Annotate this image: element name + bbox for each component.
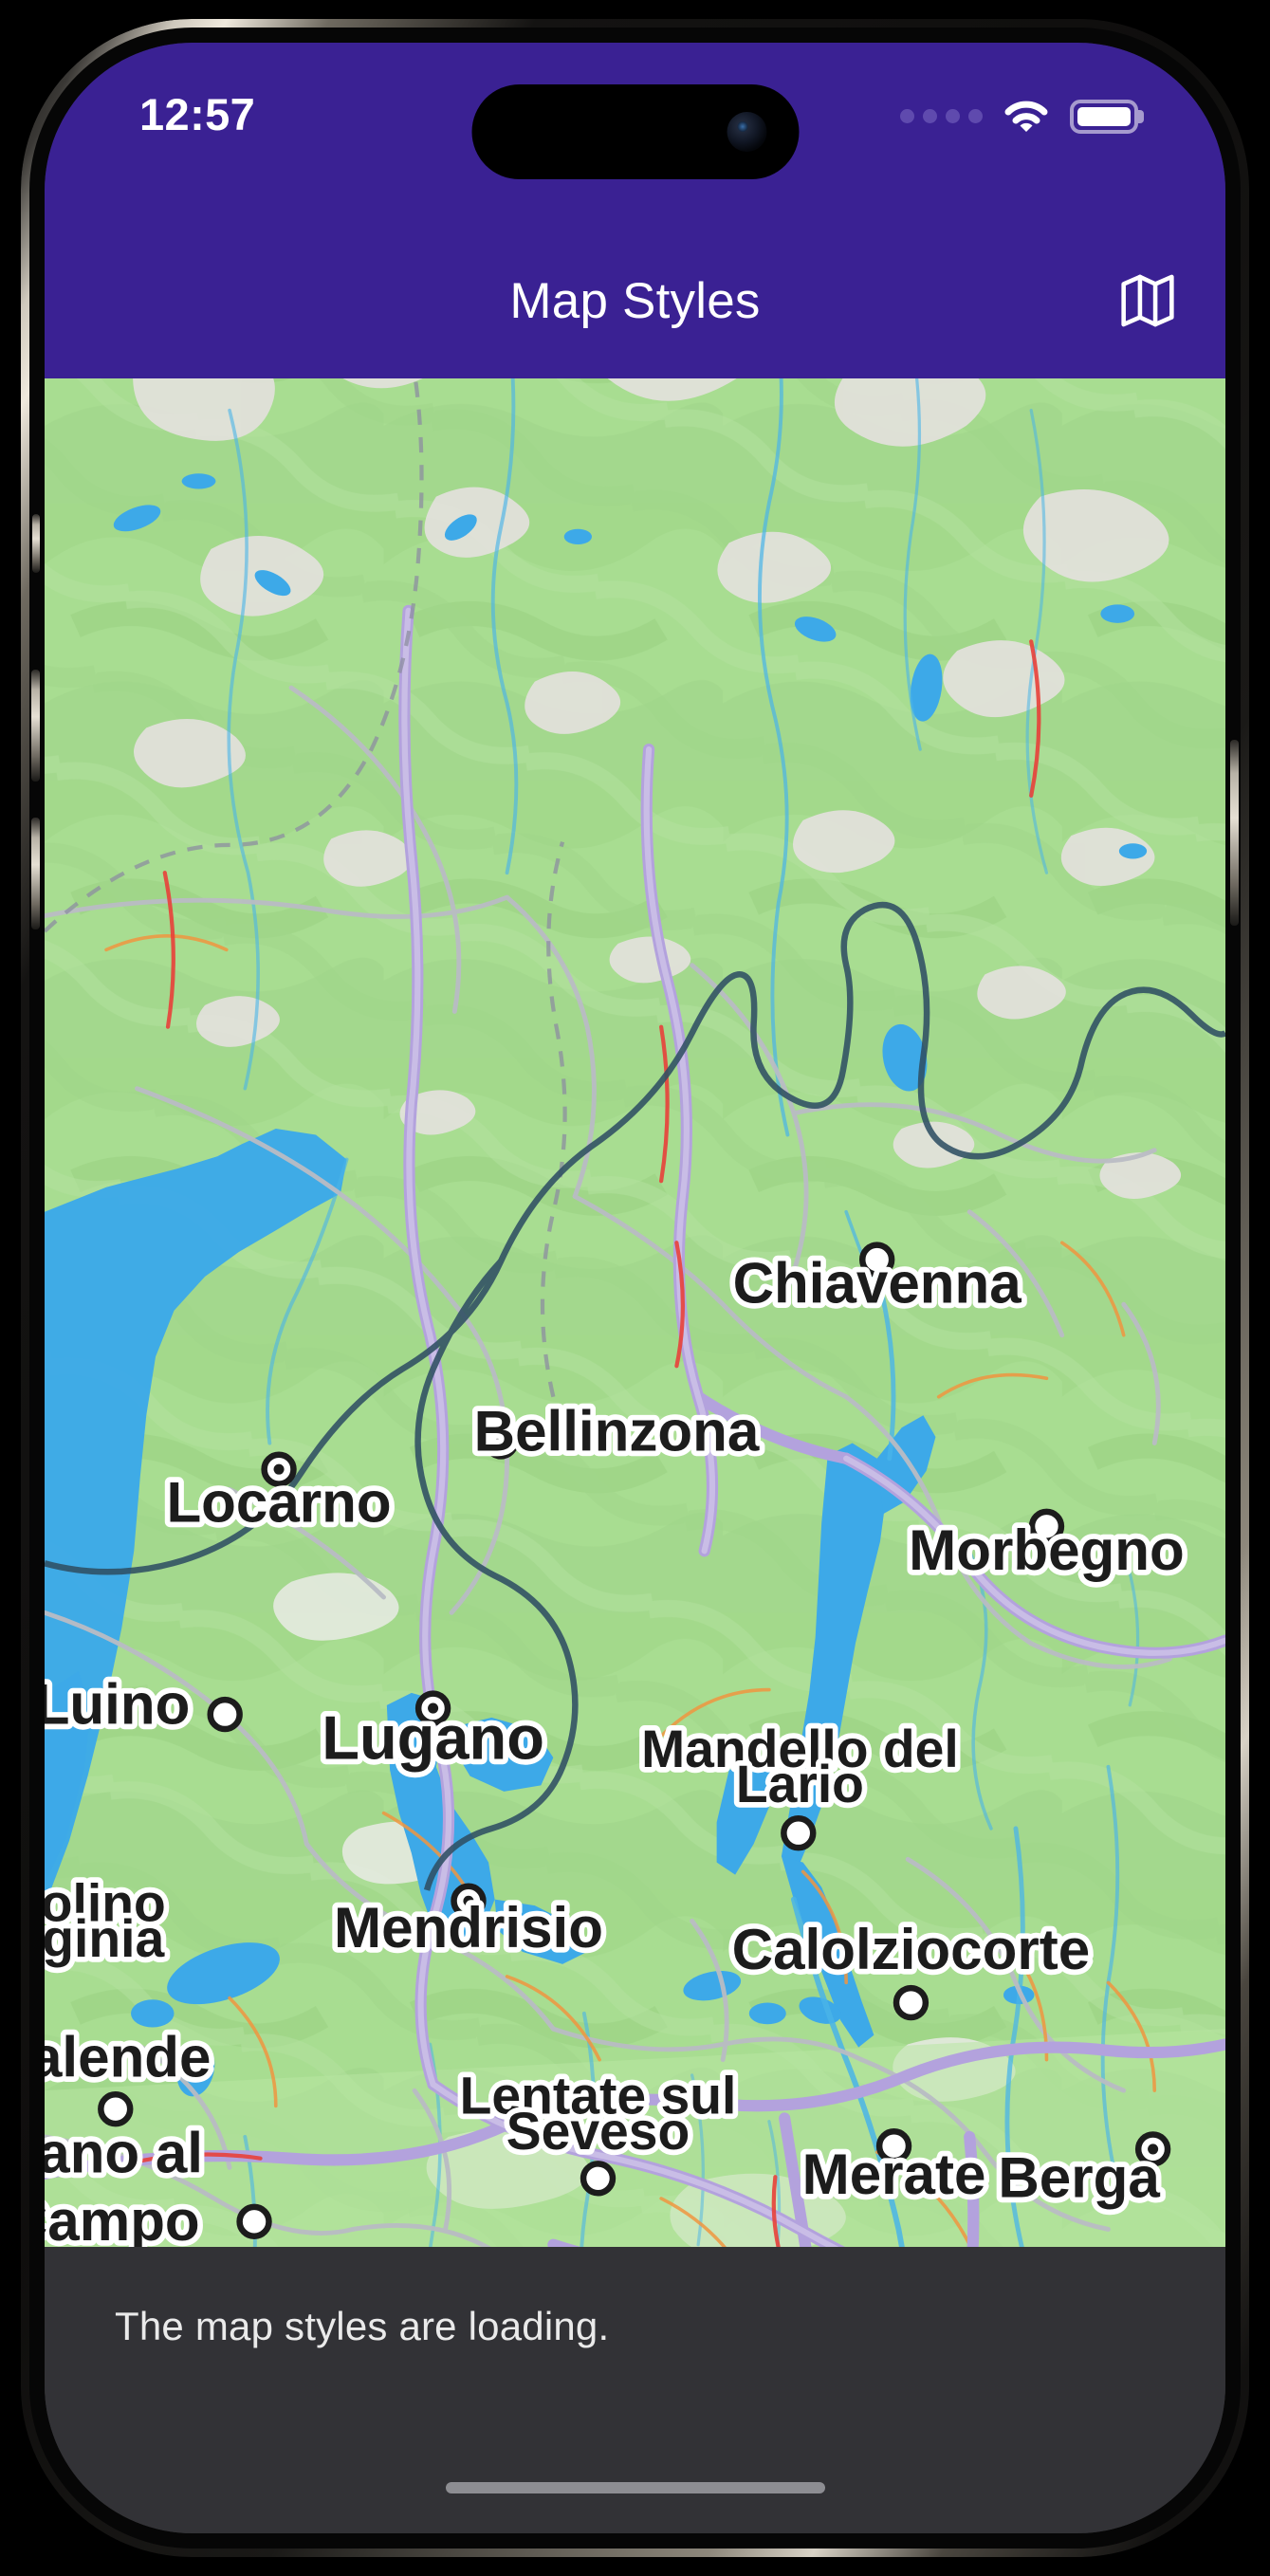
status-bar-clock: 12:57 (139, 89, 256, 139)
cellular-dots-icon (900, 108, 983, 125)
city-label: Lario (736, 1755, 864, 1813)
power-button[interactable] (1230, 740, 1239, 926)
city-label: Luino (45, 1672, 190, 1736)
city-label: Berga (998, 2145, 1160, 2209)
phone-screen: 12:57 Map Styles Chiavenna Bellinzona Lo… (45, 43, 1225, 2533)
dynamic-island (471, 84, 799, 179)
city-label: Bellinzona (474, 1400, 760, 1463)
silent-switch-button[interactable] (32, 514, 40, 573)
phone-device-frame: 12:57 Map Styles Chiavenna Bellinzona Lo… (21, 19, 1249, 2557)
city-label: Merate (802, 2143, 986, 2206)
city-label: Seveso (506, 2102, 690, 2161)
snackbar: The map styles are loading. (45, 2247, 1225, 2533)
city-marker[interactable] (580, 2161, 617, 2197)
front-camera-icon (727, 112, 766, 152)
city-marker[interactable] (893, 1984, 929, 2021)
home-indicator[interactable] (445, 2482, 825, 2493)
volume-up-button[interactable] (31, 670, 40, 782)
page-title: Map Styles (509, 272, 761, 329)
status-bar-indicators (900, 100, 1138, 134)
city-label: Mendrisio (334, 1896, 603, 1960)
city-label: Locarno (166, 1470, 391, 1534)
city-label: Chiavenna (733, 1252, 1022, 1316)
city-marker[interactable] (207, 1696, 243, 1733)
map-canvas[interactable]: Chiavenna Bellinzona Locarno Morbegno Luino L… (45, 378, 1225, 2261)
status-bar: 12:57 (45, 43, 1225, 223)
city-marker[interactable] (781, 1815, 817, 1851)
city-marker[interactable] (236, 2203, 272, 2240)
city-marker[interactable] (98, 2090, 134, 2127)
city-label: Morbegno (909, 1518, 1185, 1582)
city-label: Calolziocorte (732, 1918, 1091, 1981)
city-label: Lugano (322, 1703, 544, 1773)
snackbar-message: The map styles are loading. (115, 2304, 610, 2348)
app-bar: Map Styles (45, 223, 1225, 378)
city-label: dano al (45, 2121, 203, 2184)
map-icon[interactable] (1102, 255, 1193, 346)
battery-full-icon (1070, 100, 1138, 134)
wifi-icon (1003, 100, 1049, 134)
city-label: ginia (45, 1909, 165, 1968)
city-label: Calende (45, 2026, 211, 2089)
volume-down-button[interactable] (31, 818, 40, 929)
city-label: Campo (45, 2189, 200, 2253)
